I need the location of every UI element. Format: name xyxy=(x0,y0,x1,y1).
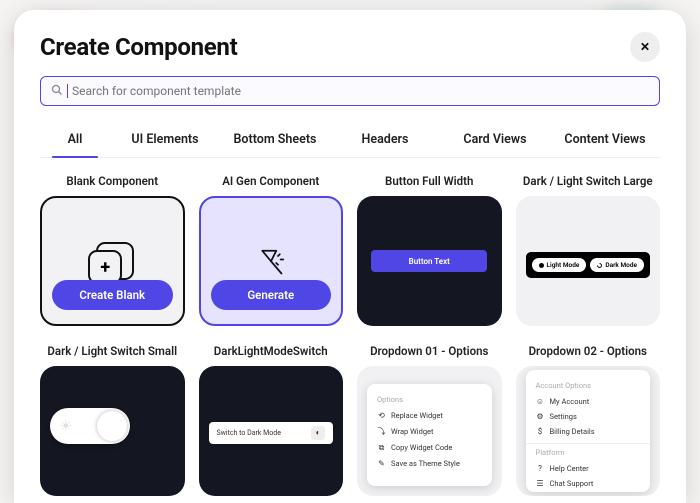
modal-title: Create Component xyxy=(40,33,237,61)
save-icon: ✎ xyxy=(377,459,386,468)
account-menu: Account Options ☺My Account ⚙Settings $B… xyxy=(526,370,651,492)
close-icon: × xyxy=(640,37,649,57)
menu-item: ⚙Settings xyxy=(536,409,641,424)
toggle-switch: ☀ xyxy=(50,408,130,444)
menu-item: ⟲Replace Widget xyxy=(377,408,482,423)
menu-item: ?Help Center xyxy=(536,461,641,476)
card-title: DarkLightModeSwitch xyxy=(199,338,344,366)
tab-content-views[interactable]: Content Views xyxy=(550,122,660,157)
replace-icon: ⟲ xyxy=(377,411,386,420)
account-icon: ☺ xyxy=(536,397,545,406)
card-title: Dark / Light Switch Large xyxy=(516,168,661,196)
card-title: Dark / Light Switch Small xyxy=(40,338,185,366)
mode-row: Switch to Dark Mode ◐ xyxy=(209,422,334,444)
card-title: Dropdown 02 - Options xyxy=(516,338,661,366)
tab-bottom-sheets[interactable]: Bottom Sheets xyxy=(220,122,330,157)
tab-headers[interactable]: Headers xyxy=(330,122,440,157)
tab-card-views[interactable]: Card Views xyxy=(440,122,550,157)
create-blank-button[interactable]: Create Blank xyxy=(52,280,173,310)
menu-header: Account Options xyxy=(536,381,641,390)
card-dropdown-01[interactable]: Dropdown 01 - Options Options ⟲Replace W… xyxy=(357,338,502,498)
category-tabs: All UI Elements Bottom Sheets Headers Ca… xyxy=(40,122,660,158)
menu-item: ✆Call Support xyxy=(536,491,641,492)
copy-icon: ⧉ xyxy=(377,443,386,453)
create-component-modal: Create Component × All UI Elements Botto… xyxy=(14,10,686,503)
card-dropdown-02[interactable]: Dropdown 02 - Options Account Options ☺M… xyxy=(516,338,661,498)
gear-icon: ⚙ xyxy=(536,412,545,421)
menu-item: ✎Save as Theme Style xyxy=(377,456,482,471)
tab-ui-elements[interactable]: UI Elements xyxy=(110,122,220,157)
card-title: AI Gen Component xyxy=(199,168,344,196)
close-button[interactable]: × xyxy=(630,32,660,62)
card-switch-small[interactable]: Dark / Light Switch Small ☀ xyxy=(40,338,185,498)
wrap-icon: ⤵ xyxy=(377,426,386,437)
search-field[interactable] xyxy=(40,76,660,106)
menu-item: ☰Chat Support xyxy=(536,476,641,491)
card-ai-gen-component[interactable]: AI Gen Component Generate xyxy=(199,168,344,328)
card-title: Dropdown 01 - Options xyxy=(357,338,502,366)
card-title: Button Full Width xyxy=(357,168,502,196)
card-blank-component[interactable]: Blank Component + Create Blank xyxy=(40,168,185,328)
mode-pillbar: Light Mode Dark Mode xyxy=(526,252,651,278)
light-mode-option: Light Mode xyxy=(532,258,587,272)
text-caret xyxy=(67,84,68,98)
template-grid: Blank Component + Create Blank AI Gen Co… xyxy=(40,168,660,503)
sun-icon: ☀ xyxy=(59,417,72,435)
card-mode-switch[interactable]: DarkLightModeSwitch Switch to Dark Mode … xyxy=(199,338,344,498)
menu-item: $Billing Details xyxy=(536,424,641,439)
card-title: Blank Component xyxy=(40,168,185,196)
card-switch-large[interactable]: Dark / Light Switch Large Light Mode Dar… xyxy=(516,168,661,328)
moon-icon: ◐ xyxy=(311,426,325,440)
dark-mode-option: Dark Mode xyxy=(590,258,644,272)
tab-all[interactable]: All xyxy=(40,122,110,157)
mode-row-label: Switch to Dark Mode xyxy=(217,429,281,437)
magic-wand-icon xyxy=(249,241,293,285)
generate-button[interactable]: Generate xyxy=(211,280,332,310)
search-input[interactable] xyxy=(72,84,649,98)
menu-header: Options xyxy=(377,395,482,404)
switch-knob xyxy=(97,411,127,441)
menu-header: Platform xyxy=(536,448,641,457)
card-button-full-width[interactable]: Button Full Width Button Text xyxy=(357,168,502,328)
help-icon: ? xyxy=(536,464,545,473)
preview-button: Button Text xyxy=(371,250,487,272)
search-icon xyxy=(51,84,63,99)
options-menu: Options ⟲Replace Widget ⤵Wrap Widget ⧉Co… xyxy=(367,384,492,486)
menu-item: ⧉Copy Widget Code xyxy=(377,440,482,456)
chat-icon: ☰ xyxy=(536,479,545,488)
menu-item: ☺My Account xyxy=(536,394,641,409)
billing-icon: $ xyxy=(536,427,545,436)
menu-item: ⤵Wrap Widget xyxy=(377,423,482,440)
